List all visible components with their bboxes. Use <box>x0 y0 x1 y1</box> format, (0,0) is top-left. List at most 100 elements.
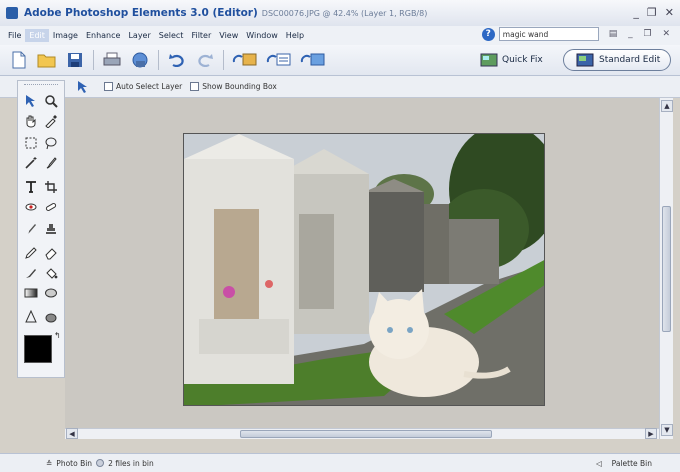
menu-help[interactable]: Help <box>282 29 308 42</box>
online-services-icon <box>132 52 148 68</box>
healing-brush-icon <box>45 203 57 211</box>
crop-icon <box>45 181 57 193</box>
sponge-tool[interactable] <box>42 309 60 325</box>
magic-wand-tool[interactable] <box>22 155 40 171</box>
save-icon <box>68 53 82 67</box>
menu-view[interactable]: View <box>215 29 242 42</box>
document-image[interactable] <box>183 133 545 406</box>
horizontal-scrollbar[interactable]: ◀ ▶ <box>65 428 659 439</box>
hand-icon <box>26 115 36 128</box>
marquee-tool[interactable] <box>22 135 40 151</box>
type-tool[interactable] <box>22 179 40 195</box>
impressionist-brush-icon <box>26 269 36 278</box>
toolbox-grip[interactable] <box>24 84 58 92</box>
undo-button[interactable] <box>166 49 188 71</box>
menu-enhance[interactable]: Enhance <box>82 29 125 42</box>
document-window-controls[interactable]: ▤ _ ❐ ✕ <box>609 29 674 39</box>
menu-edit[interactable]: Edit <box>25 29 49 42</box>
shortcuts-bar: Quick Fix Standard Edit <box>0 45 680 76</box>
red-eye-icon <box>25 203 37 211</box>
menu-window[interactable]: Window <box>242 29 282 42</box>
standard-edit-label: Standard Edit <box>599 55 661 65</box>
date-view-icon <box>266 53 291 66</box>
paint-bucket-icon <box>46 268 58 279</box>
new-file-icon <box>12 51 26 69</box>
eyedropper-icon <box>45 115 57 128</box>
lasso-tool[interactable] <box>42 135 60 151</box>
restore-button[interactable]: ❐ <box>647 6 657 19</box>
pencil-icon <box>25 247 37 259</box>
foreground-color-swatch[interactable] <box>24 335 52 363</box>
menu-filter[interactable]: Filter <box>187 29 215 42</box>
pencil-tool[interactable] <box>22 245 40 261</box>
blur-icon <box>25 310 37 323</box>
scroll-left-button[interactable]: ◀ <box>66 428 78 439</box>
print-icon <box>103 52 121 66</box>
create-button[interactable] <box>299 49 327 71</box>
photo-bin-toggle[interactable]: ≙ Photo Bin 2 files in bin <box>46 459 154 468</box>
scroll-right-button[interactable]: ▶ <box>645 428 657 439</box>
open-folder-icon <box>37 54 56 68</box>
quick-fix-label: Quick Fix <box>502 55 543 65</box>
palette-bin-label: Palette Bin <box>611 458 652 468</box>
standard-edit-button[interactable]: Standard Edit <box>563 49 671 71</box>
eyedropper-tool[interactable] <box>42 113 60 129</box>
move-tool[interactable] <box>22 93 40 109</box>
minimize-button[interactable]: _ <box>633 6 639 19</box>
date-view-button[interactable] <box>265 49 293 71</box>
horizontal-scroll-thumb[interactable] <box>240 430 492 438</box>
palette-bin-toggle[interactable]: ◁ Palette Bin <box>596 459 652 468</box>
auto-select-layer-label: Auto Select Layer <box>116 82 183 91</box>
canvas-area[interactable] <box>65 98 659 428</box>
auto-select-layer-checkbox[interactable] <box>104 82 113 91</box>
paint-bucket-tool[interactable] <box>42 265 60 281</box>
save-button[interactable] <box>64 49 86 71</box>
help-icon[interactable]: ? <box>481 27 495 41</box>
hand-tool[interactable] <box>22 113 40 129</box>
crop-tool[interactable] <box>42 179 60 195</box>
vertical-scroll-thumb[interactable] <box>662 206 671 332</box>
quick-fix-button[interactable]: Quick Fix <box>480 50 543 70</box>
scroll-up-button[interactable]: ▲ <box>661 100 673 112</box>
vertical-scrollbar[interactable]: ▲ ▼ <box>659 98 673 439</box>
online-services-button[interactable] <box>129 49 151 71</box>
impressionist-brush-tool[interactable] <box>22 265 40 281</box>
clone-stamp-tool[interactable] <box>42 221 60 237</box>
show-bounding-box-checkbox[interactable] <box>190 82 200 91</box>
menu-image[interactable]: Image <box>49 29 82 42</box>
blur-tool[interactable] <box>22 309 40 325</box>
eraser-tool[interactable] <box>42 245 60 261</box>
photo-bin-arrow-icon: ≙ <box>46 458 53 468</box>
menu-layer[interactable]: Layer <box>124 29 154 42</box>
document-title: DSC00076.JPG @ 42.4% (Layer 1, RGB/8) <box>261 8 428 18</box>
gradient-tool[interactable] <box>22 285 40 301</box>
scroll-down-button[interactable]: ▼ <box>661 424 673 436</box>
shape-tool[interactable] <box>42 285 60 301</box>
selection-brush-tool[interactable] <box>42 155 60 171</box>
toolbar-separator <box>158 50 159 70</box>
photo-browser-button[interactable] <box>231 49 259 71</box>
sponge-icon <box>45 313 57 323</box>
redo-button[interactable] <box>194 49 216 71</box>
healing-brush-tool[interactable] <box>42 199 60 215</box>
close-button[interactable]: ✕ <box>665 6 674 19</box>
redo-icon <box>198 54 213 67</box>
quick-fix-icon <box>480 53 498 67</box>
title-bar: Adobe Photoshop Elements 3.0 (Editor) DS… <box>0 0 680 26</box>
files-in-bin-count: 2 files in bin <box>108 458 154 468</box>
swap-colors-icon[interactable]: ↰ <box>54 331 61 340</box>
menu-file[interactable]: File <box>4 29 25 42</box>
help-search-input[interactable] <box>498 27 599 41</box>
photo-bin-options-icon[interactable] <box>96 459 105 467</box>
photo-browser-icon <box>232 53 257 66</box>
red-eye-tool[interactable] <box>22 199 40 215</box>
menu-select[interactable]: Select <box>155 29 188 42</box>
brush-tool[interactable] <box>22 221 40 237</box>
print-button[interactable] <box>101 49 123 71</box>
type-icon <box>26 181 36 193</box>
toolbox: ↰ <box>17 80 65 378</box>
open-file-button[interactable] <box>36 49 58 71</box>
zoom-tool[interactable] <box>42 93 60 109</box>
new-file-button[interactable] <box>8 49 30 71</box>
cemetery-cat-photo <box>184 134 544 405</box>
